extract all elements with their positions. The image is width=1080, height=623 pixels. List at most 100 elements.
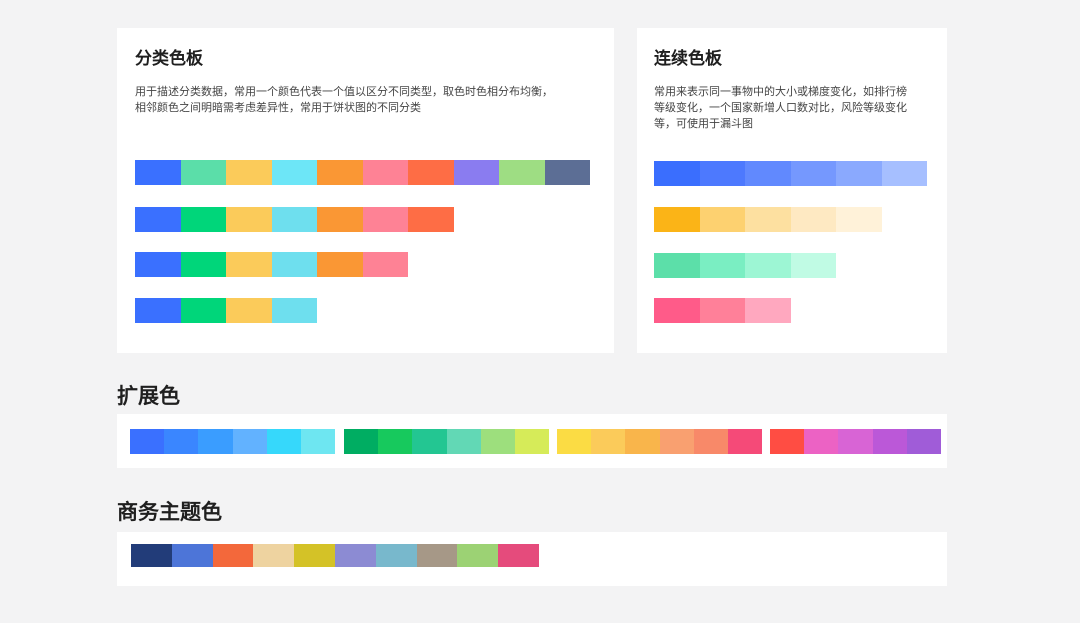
extended-group-4-swatch-3 [838,429,873,454]
extended-group-3-swatch-2 [591,429,626,454]
extended-group-green [344,429,550,454]
categorical-row-2-swatch-4 [271,207,317,232]
categorical-row-1-swatch-4 [271,160,317,185]
categorical-row-1-swatch-6 [362,160,408,185]
sequential-row-1-swatch-3 [745,161,791,186]
extended-group-purple [770,429,941,454]
categorical-row-1-swatch-7 [408,160,454,185]
extended-colors-title: 扩展色 [117,384,180,408]
extended-group-2-swatch-3 [412,429,447,454]
categorical-row-4-swatch-2 [180,298,226,323]
sequential-row-2 [654,207,882,232]
business-theme-swatch-9 [457,544,499,567]
sequential-row-1-swatch-5 [836,161,882,186]
sequential-row-4-swatch-2 [699,298,745,323]
sequential-row-3-swatch-2 [699,253,745,278]
extended-group-2-swatch-4 [446,429,481,454]
business-theme-swatch-8 [416,544,458,567]
categorical-row-1-swatch-2 [180,160,226,185]
categorical-row-3-swatch-6 [362,252,408,277]
categorical-row-1-swatch-9 [499,160,545,185]
sequential-row-2-swatch-2 [699,207,745,232]
extended-group-2-swatch-5 [480,429,515,454]
categorical-row-1-swatch-3 [226,160,272,185]
business-theme-card [117,532,947,586]
business-theme-title: 商务主题色 [117,500,222,524]
categorical-row-2-swatch-3 [226,207,272,232]
sequential-row-1-swatch-4 [790,161,836,186]
extended-group-3-swatch-1 [557,429,592,454]
extended-group-blue [130,429,336,454]
categorical-row-3-swatch-3 [226,252,272,277]
extended-group-warm [557,429,763,454]
business-theme-swatch-3 [212,544,254,567]
business-theme-swatches [131,544,539,567]
categorical-row-2 [135,207,454,232]
categorical-row-1-swatch-10 [544,160,590,185]
sequential-row-1 [654,161,927,186]
extended-group-4-swatch-1 [770,429,805,454]
extended-group-1-swatch-2 [164,429,199,454]
sequential-row-2-swatch-5 [836,207,882,232]
business-theme-swatch-5 [294,544,335,567]
categorical-row-1-swatch-1 [135,160,181,185]
categorical-row-2-swatch-5 [317,207,363,232]
categorical-row-1-swatch-8 [453,160,499,185]
sequential-row-1-swatch-2 [699,161,745,186]
sequential-palette-card: 连续色板 常用来表示同一事物中的大小或梯度变化，如排行榜 等级变化，一个国家新增… [637,28,947,353]
business-theme-swatch-2 [171,544,213,567]
sequential-row-2-swatch-3 [745,207,791,232]
extended-group-1-swatch-5 [266,429,301,454]
extended-group-3-swatch-3 [625,429,660,454]
categorical-row-4-swatch-3 [226,298,272,323]
extended-colors-card [117,414,947,468]
sequential-palette-description: 常用来表示同一事物中的大小或梯度变化，如排行榜 等级变化，一个国家新增人口数对比… [654,85,907,130]
sequential-row-2-swatch-1 [654,207,700,232]
business-theme-swatch-4 [253,544,295,567]
categorical-row-2-swatch-1 [135,207,181,232]
categorical-palette-card: 分类色板 用于描述分类数据，常用一个颜色代表一个值以区分不同类型，取色时色相分布… [117,28,614,353]
categorical-row-4 [135,298,317,323]
categorical-row-3-swatch-1 [135,252,181,277]
sequential-palette-title: 连续色板 [654,49,722,69]
extended-group-1-swatch-3 [198,429,233,454]
categorical-palette-description: 用于描述分类数据，常用一个颜色代表一个值以区分不同类型，取色时色相分布均衡， 相… [135,85,553,114]
extended-group-3-swatch-4 [659,429,694,454]
categorical-row-2-swatch-7 [408,207,454,232]
categorical-row-4-swatch-1 [135,298,181,323]
categorical-row-1 [135,160,590,185]
sequential-row-3-swatch-4 [790,253,836,278]
categorical-row-4-swatch-4 [271,298,317,323]
categorical-row-2-swatch-6 [362,207,408,232]
sequential-row-1-swatch-1 [654,161,700,186]
sequential-row-4-swatch-3 [745,298,791,323]
categorical-row-3 [135,252,408,277]
sequential-row-3 [654,253,836,278]
sequential-row-4 [654,298,791,323]
categorical-row-2-swatch-2 [180,207,226,232]
extended-group-2-swatch-6 [514,429,550,454]
categorical-row-1-swatch-5 [317,160,363,185]
business-theme-swatch-1 [131,544,172,567]
categorical-row-3-swatch-4 [271,252,317,277]
business-theme-swatch-10 [498,544,539,567]
categorical-row-3-swatch-5 [317,252,363,277]
extended-group-2-swatch-2 [378,429,413,454]
extended-group-1-swatch-6 [300,429,336,454]
sequential-row-1-swatch-6 [881,161,927,186]
extended-group-1-swatch-1 [130,429,165,454]
extended-group-4-swatch-2 [804,429,839,454]
business-theme-swatch-6 [334,544,376,567]
extended-group-1-swatch-4 [232,429,267,454]
sequential-row-2-swatch-4 [790,207,836,232]
extended-group-4-swatch-4 [872,429,907,454]
extended-group-3-swatch-6 [727,429,763,454]
extended-group-4-swatch-5 [906,429,941,454]
business-theme-swatch-7 [375,544,417,567]
categorical-row-3-swatch-2 [180,252,226,277]
extended-group-3-swatch-5 [693,429,728,454]
sequential-row-3-swatch-1 [654,253,700,278]
extended-group-2-swatch-1 [344,429,379,454]
sequential-row-3-swatch-3 [745,253,791,278]
categorical-palette-title: 分类色板 [135,49,203,69]
